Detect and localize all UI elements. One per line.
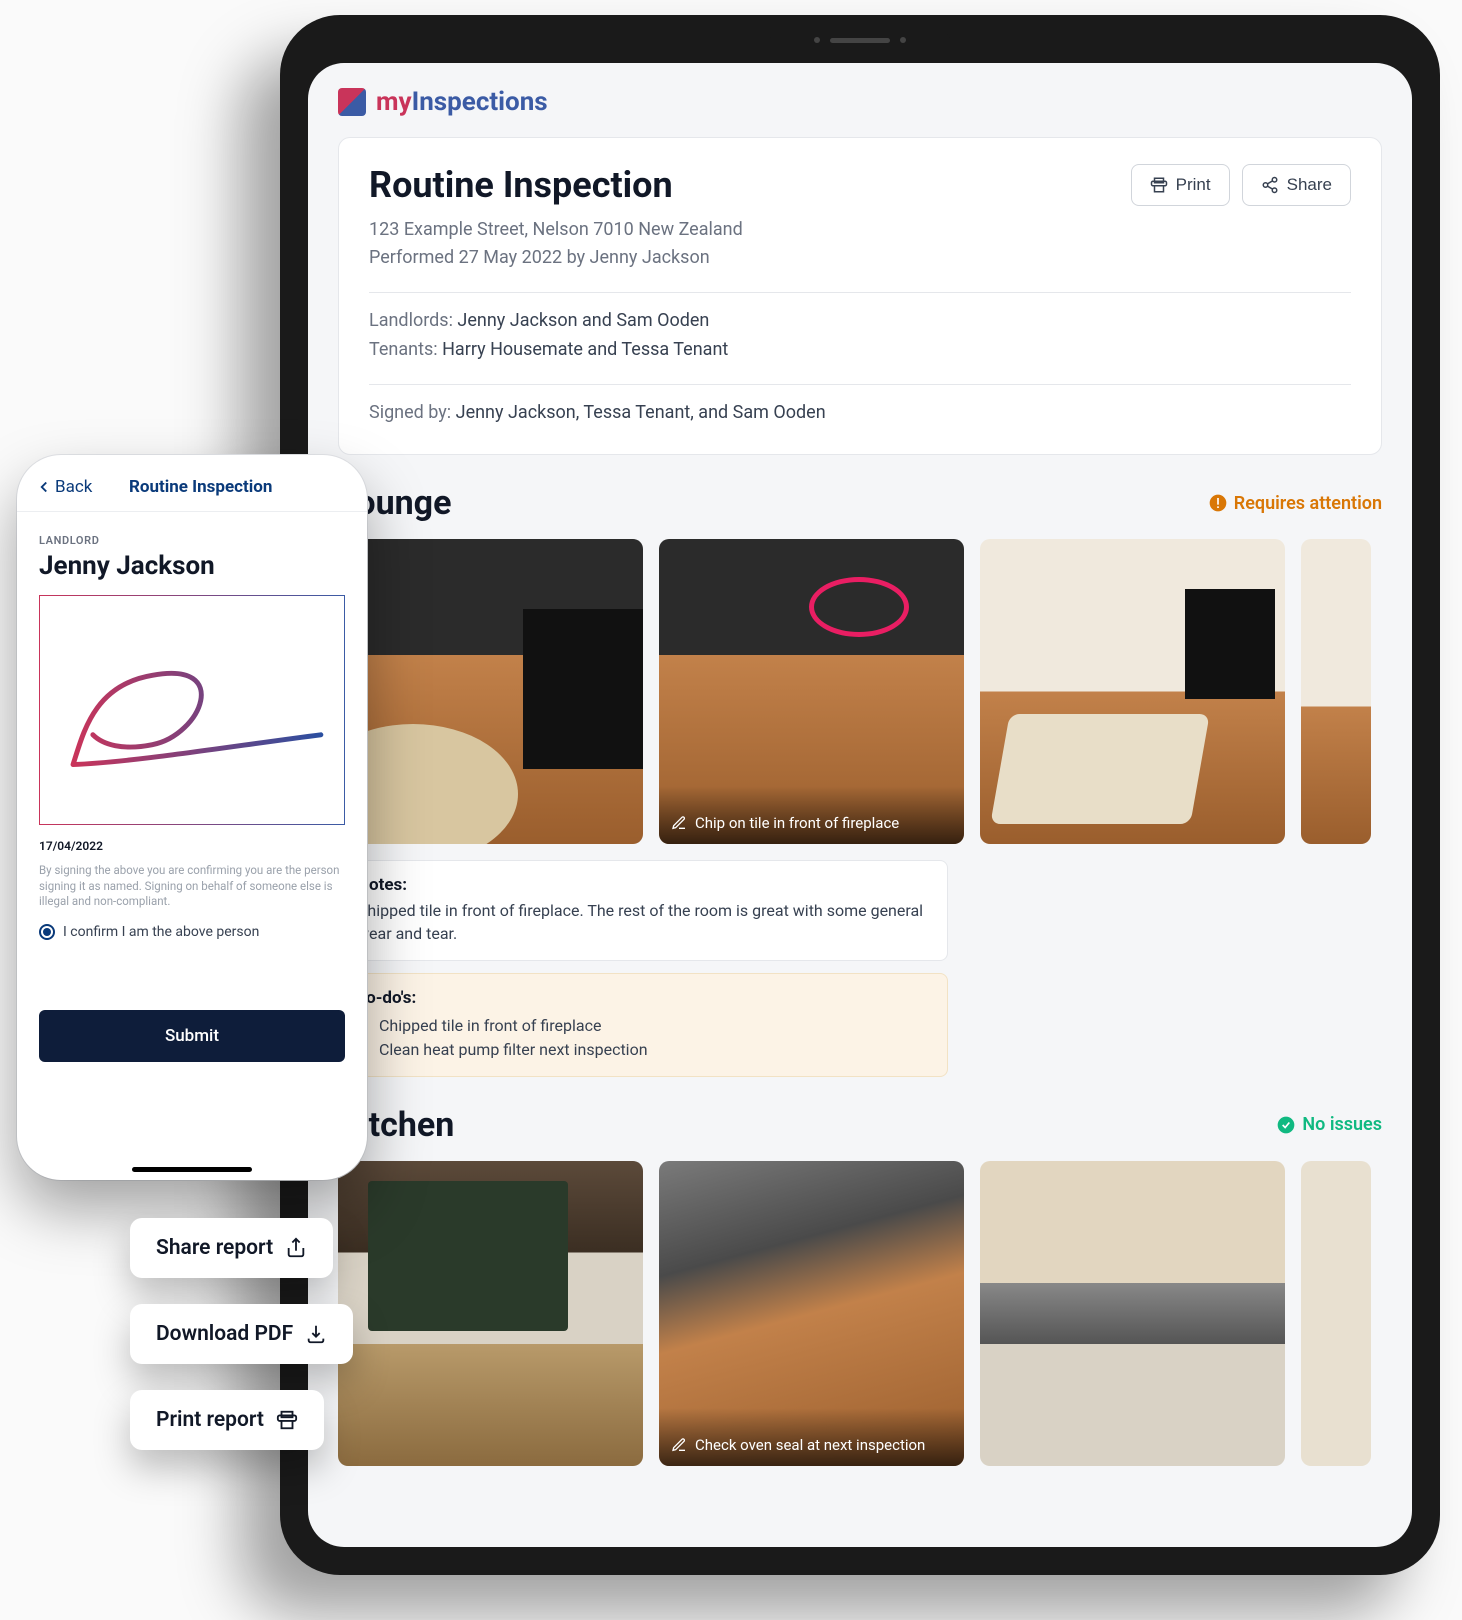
warning-icon xyxy=(1208,493,1228,513)
submit-button[interactable]: Submit xyxy=(39,1010,345,1062)
chevron-left-icon xyxy=(35,478,53,496)
confirm-identity-radio[interactable]: I confirm I am the above person xyxy=(39,924,345,940)
annotation-circle-icon xyxy=(809,577,909,637)
tablet-screen: myInspections Routine Inspection 123 Exa… xyxy=(308,63,1412,1547)
phone-page-title: Routine Inspection xyxy=(92,477,309,497)
lounge-photo-2-caption: Chip on tile in front of fireplace xyxy=(695,814,899,832)
download-icon xyxy=(305,1323,327,1345)
edit-icon xyxy=(671,1437,687,1453)
lounge-photo-2[interactable]: Chip on tile in front of fireplace xyxy=(659,539,964,844)
todos-box: To-do's: Chipped tile in front of firepl… xyxy=(338,973,948,1077)
signed-by-value: Jenny Jackson, Tessa Tenant, and Sam Ood… xyxy=(456,402,826,423)
brand-logo: myInspections xyxy=(338,87,1382,117)
print-button-label: Print xyxy=(1176,175,1211,195)
signature-date: 17/04/2022 xyxy=(39,839,345,853)
brand-mark-icon xyxy=(338,88,366,116)
landlords-value: Jenny Jackson and Sam Ooden xyxy=(457,310,709,331)
lounge-photo-3[interactable] xyxy=(980,539,1285,844)
share-report-button[interactable]: Share report xyxy=(130,1218,333,1278)
check-circle-icon xyxy=(1276,1115,1296,1135)
print-button[interactable]: Print xyxy=(1131,164,1230,206)
kitchen-photo-2[interactable]: Check oven seal at next inspection xyxy=(659,1161,964,1466)
edit-icon xyxy=(671,815,687,831)
signature-input[interactable] xyxy=(39,595,345,825)
printer-icon xyxy=(276,1409,298,1431)
status-badge-requires-attention: Requires attention xyxy=(1208,493,1382,514)
kitchen-photo-3[interactable] xyxy=(980,1161,1285,1466)
confirm-identity-label: I confirm I am the above person xyxy=(63,924,259,940)
report-title: Routine Inspection xyxy=(369,164,743,206)
notes-box: Notes: Chipped tile in front of fireplac… xyxy=(338,860,948,960)
brand-wordmark: myInspections xyxy=(376,87,548,117)
todo-item: Chipped tile in front of fireplace xyxy=(379,1014,929,1038)
tablet-frame: myInspections Routine Inspection 123 Exa… xyxy=(280,15,1440,1575)
kitchen-photo-2-caption: Check oven seal at next inspection xyxy=(695,1436,925,1454)
radio-selected-icon xyxy=(39,924,55,940)
share-up-icon xyxy=(285,1237,307,1259)
todo-item: Clean heat pump filter next inspection xyxy=(379,1038,929,1062)
tenants-value: Harry Housemate and Tessa Tenant xyxy=(442,339,728,360)
report-performed: Performed 27 May 2022 by Jenny Jackson xyxy=(369,244,743,272)
notes-text: Chipped tile in front of fireplace. The … xyxy=(357,899,929,945)
signer-name: Jenny Jackson xyxy=(39,551,345,581)
phone-frame: Back Routine Inspection LANDLORD Jenny J… xyxy=(17,455,367,1180)
lounge-photo-1[interactable] xyxy=(338,539,643,844)
status-badge-no-issues: No issues xyxy=(1276,1114,1382,1135)
lounge-photo-4[interactable] xyxy=(1301,539,1371,844)
print-report-button[interactable]: Print report xyxy=(130,1390,324,1450)
download-pdf-button[interactable]: Download PDF xyxy=(130,1304,353,1364)
kitchen-photo-row: Check oven seal at next inspection xyxy=(338,1161,1382,1466)
home-indicator xyxy=(132,1167,252,1172)
lounge-photo-row: Chip on tile in front of fireplace xyxy=(338,539,1382,844)
tablet-notch xyxy=(770,33,950,47)
share-button-label: Share xyxy=(1287,175,1332,195)
report-address: 123 Example Street, Nelson 7010 New Zeal… xyxy=(369,216,743,244)
kitchen-photo-1[interactable] xyxy=(338,1161,643,1466)
kitchen-photo-4[interactable] xyxy=(1301,1161,1371,1466)
signature-stroke-icon xyxy=(40,596,344,824)
signature-disclaimer: By signing the above you are confirming … xyxy=(39,863,345,910)
back-button[interactable]: Back xyxy=(35,477,92,497)
printer-icon xyxy=(1150,176,1168,194)
report-summary-card: Routine Inspection 123 Example Street, N… xyxy=(338,137,1382,455)
role-label: LANDLORD xyxy=(39,534,345,547)
share-button[interactable]: Share xyxy=(1242,164,1351,206)
share-icon xyxy=(1261,176,1279,194)
